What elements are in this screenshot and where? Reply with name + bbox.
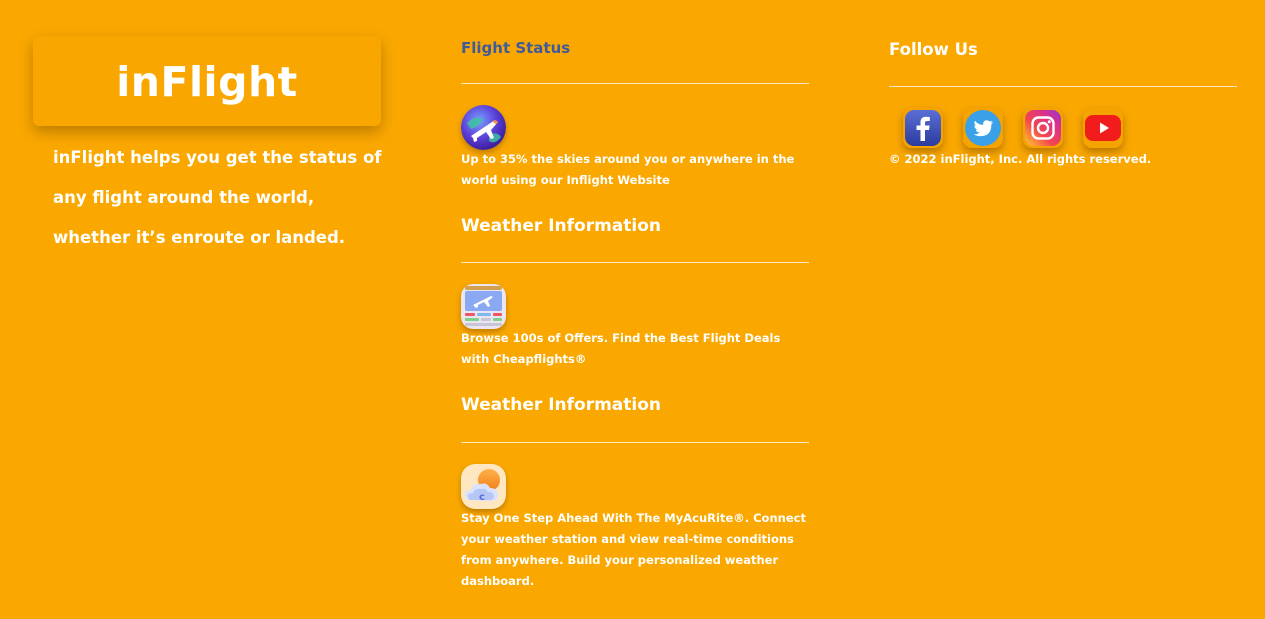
flight-board-icon[interactable] <box>461 284 506 329</box>
flight-status-text: Up to 35% the skies around you or anywhe… <box>461 152 795 187</box>
divider <box>461 83 809 84</box>
divider <box>461 442 809 443</box>
weather-station-text: Stay One Step Ahead With The MyAcuRite®.… <box>461 511 806 588</box>
logo-card[interactable]: inFlight <box>33 36 381 126</box>
logo-text: inFlight <box>116 58 298 106</box>
divider <box>461 262 809 263</box>
weather-cloud-icon[interactable]: c <box>461 464 506 509</box>
social-links <box>903 108 1123 148</box>
brand-tagline: inFlight helps you get the status of any… <box>53 148 382 247</box>
youtube-icon[interactable] <box>1083 108 1123 148</box>
weather-info-heading-1[interactable]: Weather Information <box>461 216 661 236</box>
instagram-icon[interactable] <box>1023 108 1063 148</box>
flight-status-heading[interactable]: Flight Status <box>461 39 570 57</box>
follow-us-heading: Follow Us <box>889 40 978 59</box>
flight-deals-text: Browse 100s of Offers. Find the Best Fli… <box>461 331 781 366</box>
svg-text:c: c <box>479 492 485 503</box>
airplane-globe-icon[interactable] <box>461 105 506 150</box>
twitter-icon[interactable] <box>963 108 1003 148</box>
copyright-text: © 2022 inFlight, Inc. All rights reserve… <box>889 152 1152 166</box>
divider <box>889 86 1237 87</box>
footer-page: inFlight inFlight helps you get the stat… <box>0 0 1265 619</box>
weather-info-heading-2[interactable]: Weather Information <box>461 395 661 415</box>
facebook-icon[interactable] <box>903 108 943 148</box>
